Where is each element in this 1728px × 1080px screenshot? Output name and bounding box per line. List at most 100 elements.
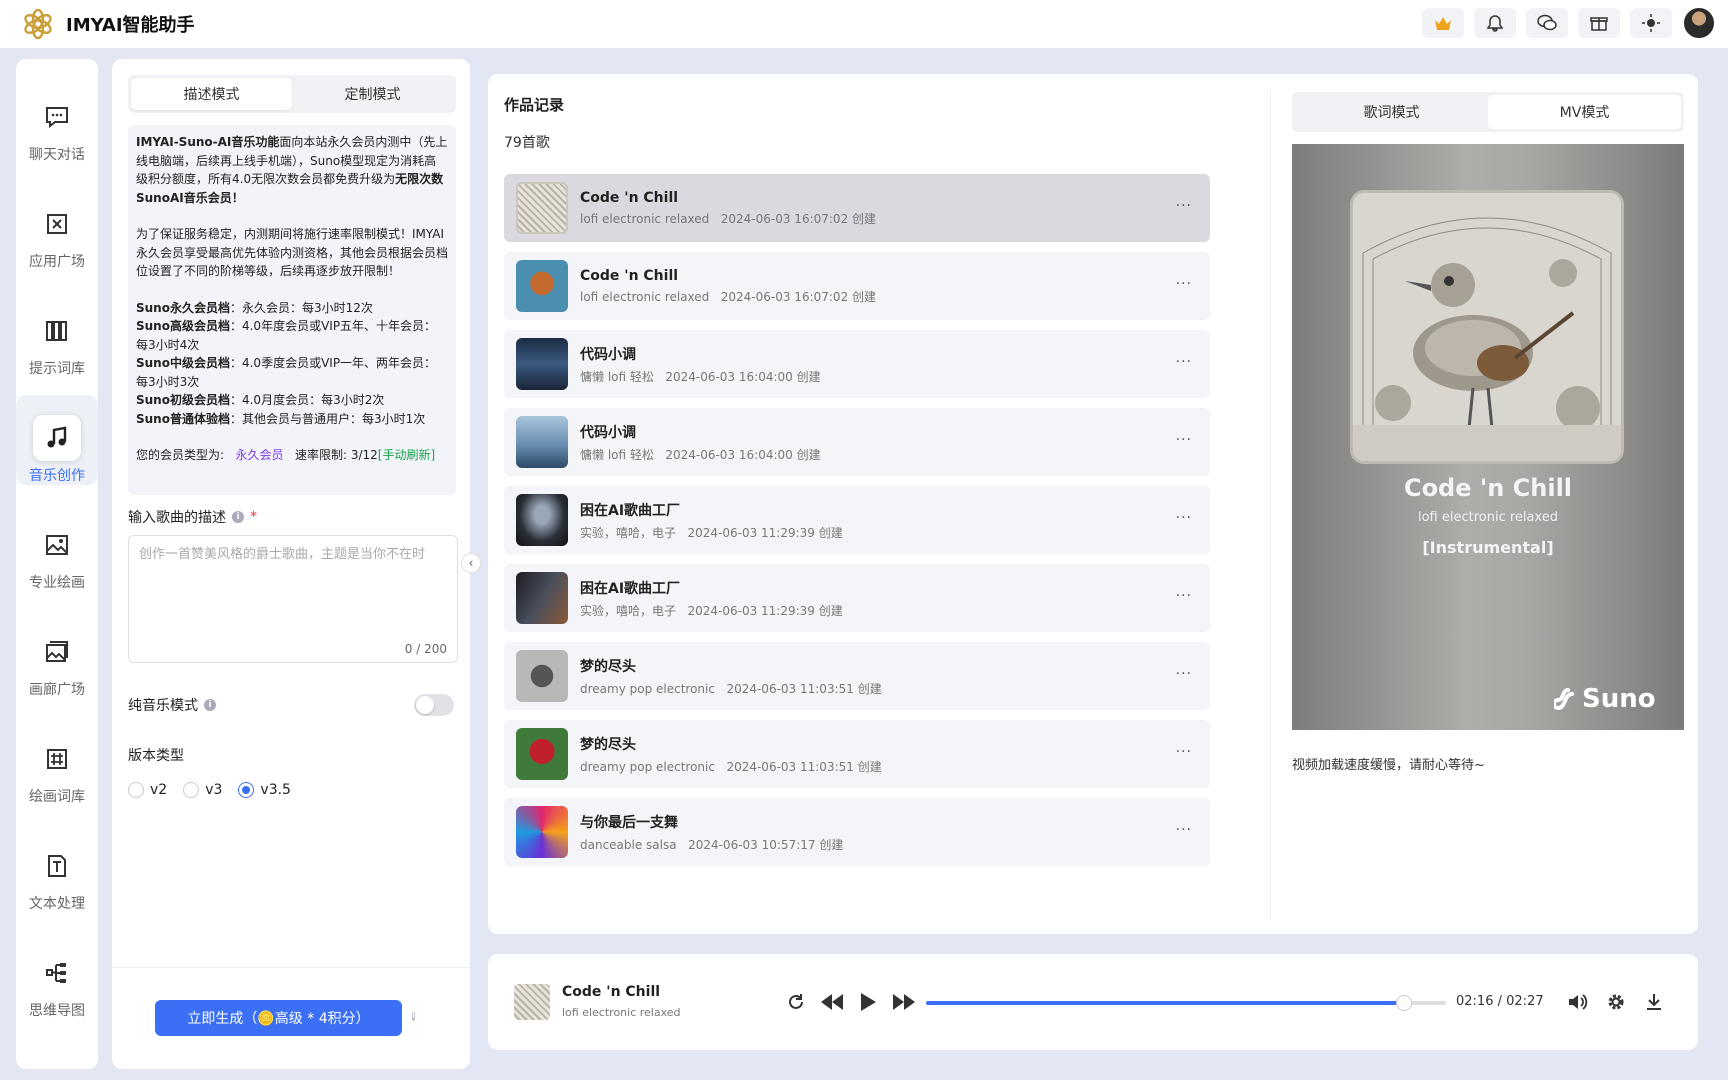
settings-button[interactable] [1604,990,1628,1014]
wechat-button[interactable] [1526,8,1568,38]
info-icon: i [232,511,244,523]
song-item[interactable]: 代码小调 慵懒 lofi 轻松 2024-06-03 16:04:00 创建 ··… [504,330,1210,398]
player-cover [514,984,550,1020]
song-item[interactable]: 代码小调 慵懒 lofi 轻松 2024-06-03 16:04:00 创建 ··… [504,408,1210,476]
info-icon: i [412,1011,416,1021]
more-button[interactable]: ··· [1176,822,1192,838]
nav-item-music[interactable]: 音乐创作 [16,395,98,485]
more-button[interactable]: ··· [1176,588,1192,604]
fast-forward-button[interactable] [892,990,916,1014]
time-display: 02:16 / 02:27 [1456,994,1544,1009]
app-title: IMYAI智能助手 [66,15,195,36]
player-style: lofi electronic relaxed [562,1006,681,1019]
image-icon [46,535,68,555]
progress-fill [926,1001,1405,1005]
version-label: 版本类型 [128,748,184,764]
music-icon [47,426,67,448]
version-radio-v35[interactable]: v3.5 [238,782,291,798]
view-mode-tabs: 歌词模式 MV模式 [1292,92,1684,132]
nav-item-paint-prompts[interactable]: 绘画词库 [16,716,98,806]
download-button[interactable] [1642,990,1666,1014]
member-status: 您的会员类型为: 永久会员 速率限制: 3/12[手动刷新] [136,448,436,462]
theme-toggle-button[interactable] [1630,8,1672,38]
volume-button[interactable] [1566,990,1590,1014]
tab-mv-mode[interactable]: MV模式 [1488,95,1681,129]
mv-style: lofi electronic relaxed [1417,510,1559,525]
description-input[interactable]: 创作一首赞美风格的爵士歌曲，主题是当你不在时 0 / 200 [128,535,458,663]
tab-lyrics-mode[interactable]: 歌词模式 [1295,95,1488,129]
member-type: 永久会员 [235,448,284,462]
gallery-icon [46,641,68,662]
tab-custom-mode[interactable]: 定制模式 [292,78,453,110]
song-item[interactable]: 困在AI歌曲工厂 实验，嘻哈，电子 2024-06-03 11:29:39 创建 … [504,564,1210,632]
book-icon [46,321,67,341]
progress-handle[interactable] [1396,995,1413,1011]
sun-icon [1642,14,1660,32]
works-title: 作品记录 [504,96,565,114]
song-cover [516,806,568,858]
song-cover [516,182,568,234]
gear-icon [1608,994,1624,1010]
chat-icon [46,107,68,128]
divider [112,967,470,968]
song-item[interactable]: 梦的尽头 dreamy pop electronic 2024-06-03 11:… [504,720,1210,788]
hash-icon [47,749,67,769]
rewind-button[interactable] [820,990,844,1014]
more-button[interactable]: ··· [1176,354,1192,370]
more-button[interactable]: ··· [1176,510,1192,526]
nav-item-chat[interactable]: 聊天对话 [16,74,98,164]
instrumental-toggle[interactable] [414,694,454,716]
rewind-icon [821,994,843,1010]
song-item[interactable]: 困在AI歌曲工厂 实验，嘻哈，电子 2024-06-03 11:29:39 创建 … [504,486,1210,554]
song-item[interactable]: Code 'n Chill lofi electronic relaxed 202… [504,174,1210,242]
song-item[interactable]: 梦的尽头 dreamy pop electronic 2024-06-03 11:… [504,642,1210,710]
mv-title: Code 'n Chill [1403,474,1573,502]
music-form-panel: 描述模式 定制模式 IMYAI-Suno-AI音乐功能面向本站永久会员内测中（先… [112,59,470,1069]
version-radio-v3[interactable]: v3 [183,782,222,798]
nav-item-mindmap[interactable]: 思维导图 [16,930,98,1020]
player-title: Code 'n Chill [562,984,661,1000]
replay-icon [789,994,803,1009]
more-button[interactable]: ··· [1176,666,1192,682]
nav-item-apps[interactable]: 应用广场 [16,181,98,271]
more-button[interactable]: ··· [1176,744,1192,760]
fast-forward-icon [893,994,915,1010]
replay-button[interactable] [784,990,808,1014]
mindmap-icon [46,963,66,983]
chevron-left-icon: ‹ [468,556,474,570]
song-item[interactable]: 与你最后一支舞 danceable salsa 2024-06-03 10:57:… [504,798,1210,866]
nav-item-text[interactable]: 文本处理 [16,823,98,913]
description-label: 输入歌曲的描述 i * [128,509,257,526]
tab-describe-mode[interactable]: 描述模式 [131,78,292,110]
song-cover [516,650,568,702]
nav-item-painting[interactable]: 专业绘画 [16,502,98,592]
mv-preview[interactable]: Code 'n Chill lofi electronic relaxed [I… [1292,144,1684,730]
suno-notice: IMYAI-Suno-AI音乐功能面向本站永久会员内测中（先上线电脑端，后续再上… [128,125,456,495]
audio-player: Code 'n Chill lofi electronic relaxed 02… [488,954,1698,1050]
instrumental-label: 纯音乐模式 i [128,695,216,715]
char-counter: 0 / 200 [404,642,447,656]
openai-logo-icon[interactable] [20,6,56,42]
nav-item-gallery[interactable]: 画廊广场 [16,609,98,699]
info-icon: i [204,699,216,711]
progress-bar[interactable] [926,995,1446,1011]
gift-button[interactable] [1578,8,1620,38]
play-button[interactable] [856,990,880,1014]
collapse-panel-button[interactable]: ‹ [461,553,481,573]
more-button[interactable]: ··· [1176,198,1192,214]
top-bar: IMYAI智能助手 [0,0,1728,48]
more-button[interactable]: ··· [1176,432,1192,448]
more-button[interactable]: ··· [1176,276,1192,292]
suno-icon [1554,688,1574,710]
song-cover [516,728,568,780]
vip-crown-button[interactable] [1422,8,1464,38]
user-avatar[interactable] [1682,6,1716,40]
nav-item-prompts[interactable]: 提示词库 [16,288,98,378]
divider [1270,90,1271,920]
song-item[interactable]: Code 'n Chill lofi electronic relaxed 202… [504,252,1210,320]
generate-button[interactable]: 立即生成（🪙高级 * 4积分） [155,1000,402,1036]
version-radio-v2[interactable]: v2 [128,782,167,798]
manual-refresh-link[interactable]: [手动刷新] [378,448,435,462]
download-icon [1647,994,1661,1010]
notification-button[interactable] [1474,8,1516,38]
